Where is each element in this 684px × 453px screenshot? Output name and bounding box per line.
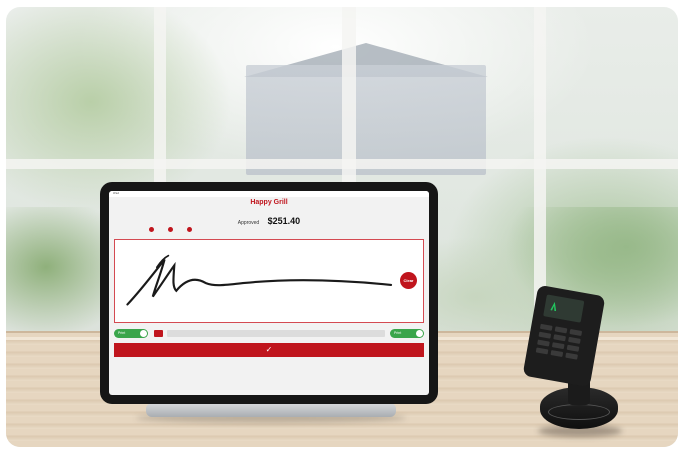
option-2[interactable] <box>168 227 175 232</box>
key <box>553 334 566 342</box>
tablet-screen: iPad Happy Grill Approved $251.40 Clear <box>109 191 429 395</box>
dot-icon <box>149 227 154 232</box>
clear-button[interactable]: Clear <box>400 272 417 289</box>
print-toggle-left[interactable]: Print <box>114 329 148 338</box>
terminal-keypad <box>535 323 583 360</box>
key <box>538 331 552 339</box>
key <box>550 350 564 358</box>
terminal-screen <box>543 294 585 323</box>
key <box>568 336 581 344</box>
checkmark-icon: ✓ <box>265 345 273 354</box>
submit-button[interactable]: ✓ <box>114 343 424 357</box>
window-transom <box>6 159 678 169</box>
print-toggle-right[interactable]: Print <box>390 329 424 338</box>
key <box>565 352 578 360</box>
key <box>537 339 550 347</box>
dot-icon <box>168 227 173 232</box>
option-1[interactable] <box>149 227 156 232</box>
key <box>539 323 553 331</box>
key <box>551 342 565 350</box>
signature-pad[interactable]: Clear <box>114 239 424 323</box>
option-3[interactable] <box>187 227 194 232</box>
tablet: iPad Happy Grill Approved $251.40 Clear <box>100 182 438 404</box>
memo-field[interactable] <box>167 330 385 337</box>
toolbar-row: Print Print <box>114 329 424 338</box>
amount-label: Approved <box>237 220 260 226</box>
key <box>566 344 580 352</box>
amount-value: $251.40 <box>267 216 301 226</box>
status-bar: iPad <box>109 191 429 197</box>
status-text: iPad <box>113 191 120 195</box>
key <box>554 326 568 334</box>
app-title: Happy Grill <box>250 199 288 206</box>
key <box>569 328 583 336</box>
signature-stroke <box>126 254 393 306</box>
dot-icon <box>187 227 192 232</box>
id-chip <box>154 330 163 337</box>
terminal-base-ring <box>548 404 610 420</box>
brand-logo-icon <box>550 301 557 311</box>
key <box>535 347 549 355</box>
photo-frame: iPad Happy Grill Approved $251.40 Clear <box>6 7 678 447</box>
tablet-stand <box>146 403 396 417</box>
options-row <box>149 227 399 232</box>
